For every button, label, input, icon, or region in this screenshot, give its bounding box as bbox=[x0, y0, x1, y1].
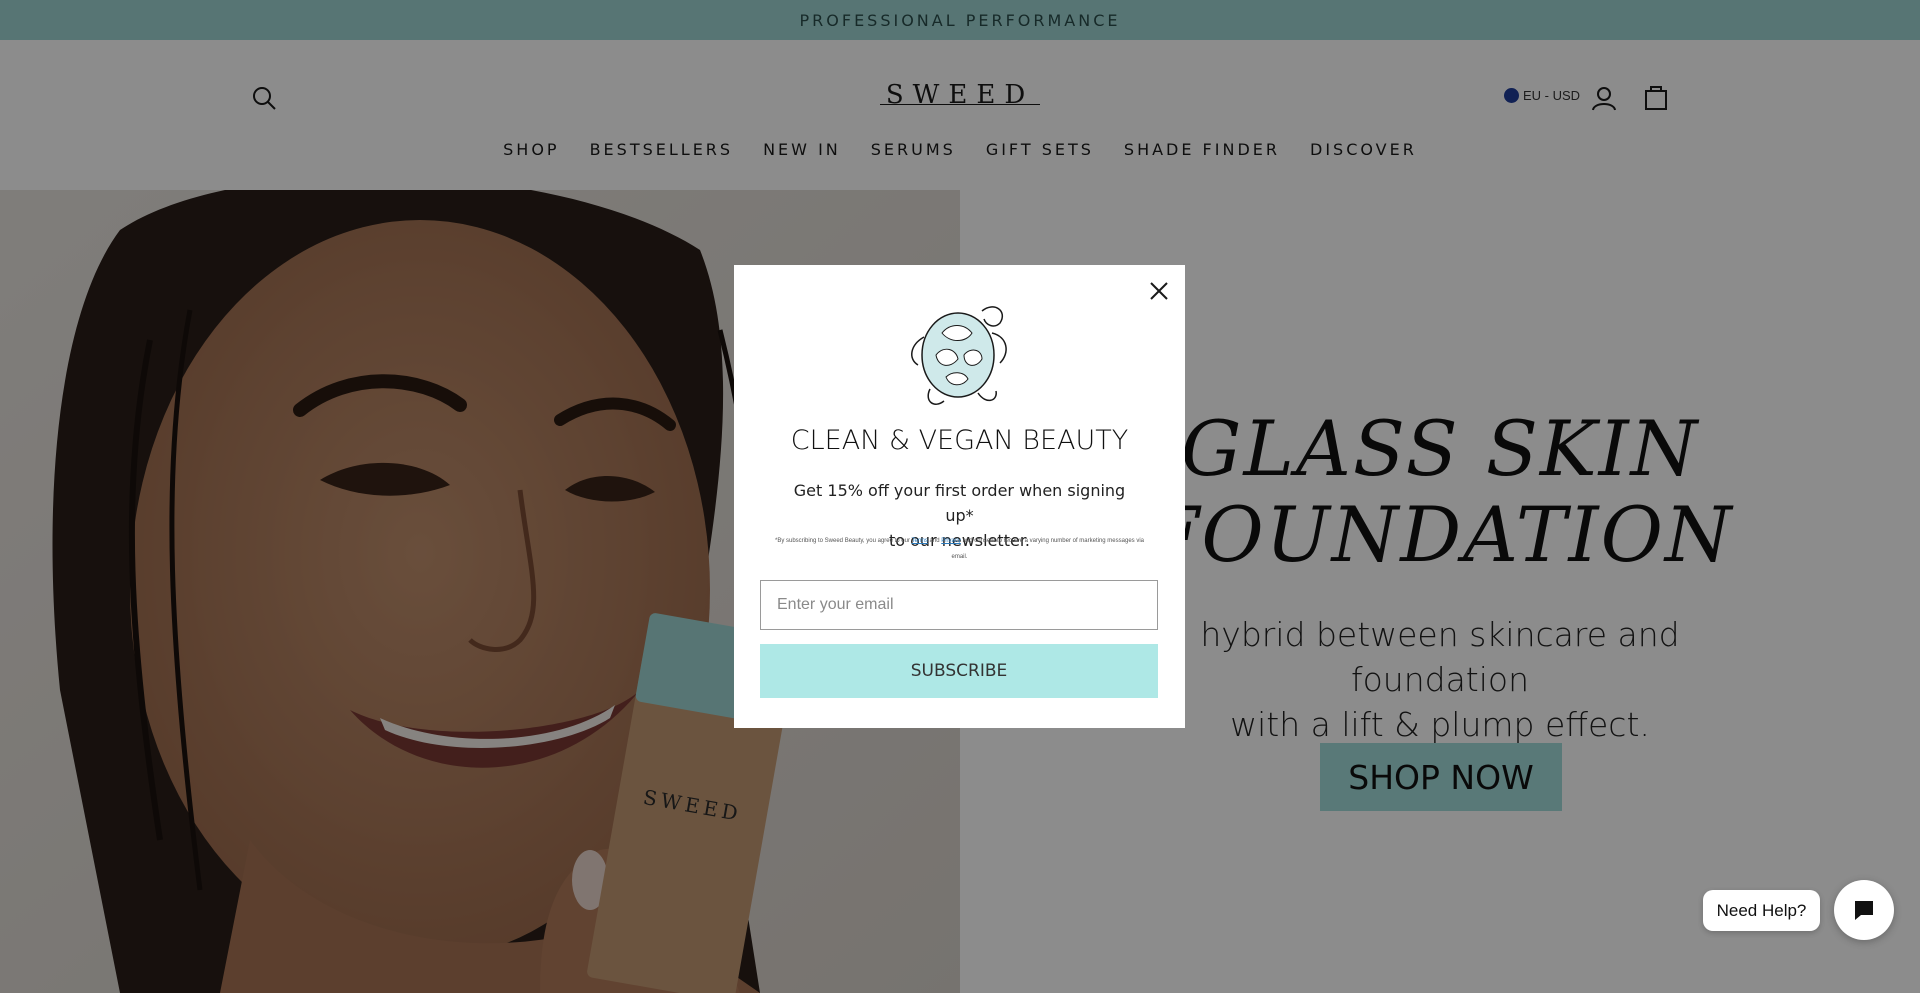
privacy-link[interactable]: Privacy bbox=[941, 538, 961, 544]
modal-desc-line1: Get 15% off your first order when signin… bbox=[793, 481, 1126, 525]
fine-prefix: *By subscribing to Sweed Beauty, you agr… bbox=[774, 538, 910, 544]
close-icon bbox=[1150, 282, 1168, 300]
modal-fine-print: *By subscribing to Sweed Beauty, you agr… bbox=[772, 533, 1147, 565]
chat-launcher-button[interactable] bbox=[1834, 880, 1894, 940]
chat-bubble-icon bbox=[1855, 901, 1873, 920]
fine-and: and bbox=[929, 538, 940, 544]
close-button[interactable] bbox=[1144, 276, 1174, 306]
turtle-illustration bbox=[911, 306, 1007, 405]
modal-title: CLEAN & VEGAN BEAUTY bbox=[790, 425, 1129, 456]
newsletter-modal: CLEAN & VEGAN BEAUTY Get 15% off your fi… bbox=[734, 265, 1185, 728]
terms-link[interactable]: Terms bbox=[912, 538, 928, 544]
fine-suffix: and consent to receive a varying number … bbox=[951, 538, 1144, 560]
email-field[interactable] bbox=[760, 580, 1158, 630]
subscribe-button[interactable]: SUBSCRIBE bbox=[760, 644, 1158, 698]
need-help-label: Need Help? bbox=[1716, 900, 1807, 920]
need-help-bubble[interactable]: Need Help? bbox=[1703, 890, 1820, 931]
